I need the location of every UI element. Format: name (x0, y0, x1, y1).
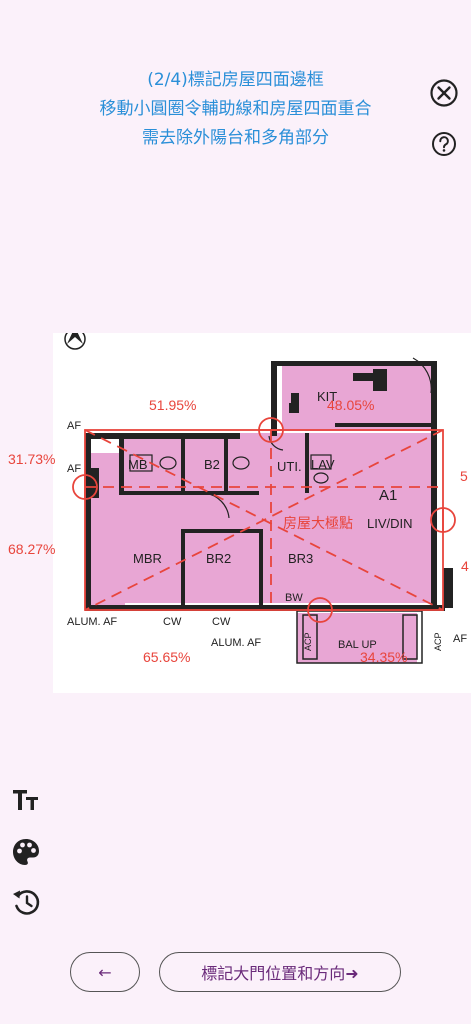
pct-top-right: 48.05% (327, 397, 375, 413)
pct-left-top: 31.73% (8, 451, 56, 467)
palette-button[interactable] (10, 836, 42, 868)
pct-right-top: 5 (460, 468, 468, 484)
reset-icon (13, 890, 40, 915)
room-label-uti: UTI. (277, 459, 302, 474)
label-af-1: AF (67, 420, 82, 432)
room-label-lav: LAV (311, 457, 335, 472)
floor-plan-drawing (64, 333, 456, 664)
label-af-3: AF (453, 633, 468, 645)
close-button[interactable] (429, 78, 459, 108)
label-acp-1: ACP (303, 632, 313, 651)
room-label-mbr: MBR (133, 551, 162, 566)
label-cw-1: CW (163, 616, 182, 628)
instruction-line-3: 需去除外陽台和多角部分 (142, 128, 329, 148)
text-size-button[interactable] (10, 784, 42, 816)
palette-icon (13, 839, 39, 865)
room-label-mb: MB (128, 457, 148, 472)
room-label-bw: BW (285, 592, 303, 604)
pct-top-left: 51.95% (149, 397, 197, 413)
label-alum-af-2: ALUM. AF (211, 637, 262, 649)
floor-plan[interactable]: KIT MB B2 UTI. LAV A1 LIV/DIN MBR BR2 BR… (53, 333, 471, 693)
room-label-br3: BR3 (288, 551, 314, 566)
help-icon (432, 132, 456, 156)
instruction-line-1: (2/4)標記房屋四面邊框 (147, 70, 324, 90)
help-button[interactable] (431, 131, 457, 157)
text-size-icon (13, 790, 38, 810)
label-cw-2: CW (212, 616, 231, 628)
compass-icon (64, 333, 86, 350)
pct-left-bottom: 68.27% (8, 541, 56, 557)
pct-bottom-left: 65.65% (143, 649, 191, 665)
room-label-a1: A1 (379, 487, 398, 504)
instruction-line-2: 移動小圓圈令輔助線和房屋四面重合 (99, 99, 372, 119)
room-areas (85, 363, 437, 663)
label-acp-2: ACP (433, 632, 443, 651)
pct-right-bottom: 4 (461, 558, 469, 574)
instruction-text: (2/4)標記房屋四面邊框 移動小圓圈令輔助線和房屋四面重合 需去除外陽台和多角… (0, 66, 471, 153)
room-label-livdin: LIV/DIN (367, 516, 413, 531)
room-label-br2: BR2 (206, 551, 232, 566)
close-icon (430, 79, 458, 107)
label-af-2: AF (67, 463, 82, 475)
pct-bottom-right: 34.35% (360, 649, 408, 665)
room-label-b2: B2 (204, 457, 220, 472)
label-alum-af-1: ALUM. AF (67, 616, 118, 628)
center-point-label: 房屋大極點 (283, 515, 353, 531)
reset-button[interactable] (10, 886, 42, 918)
next-step-button[interactable]: 標記大門位置和方向➜ (159, 952, 401, 992)
back-button[interactable]: ← (70, 952, 140, 992)
